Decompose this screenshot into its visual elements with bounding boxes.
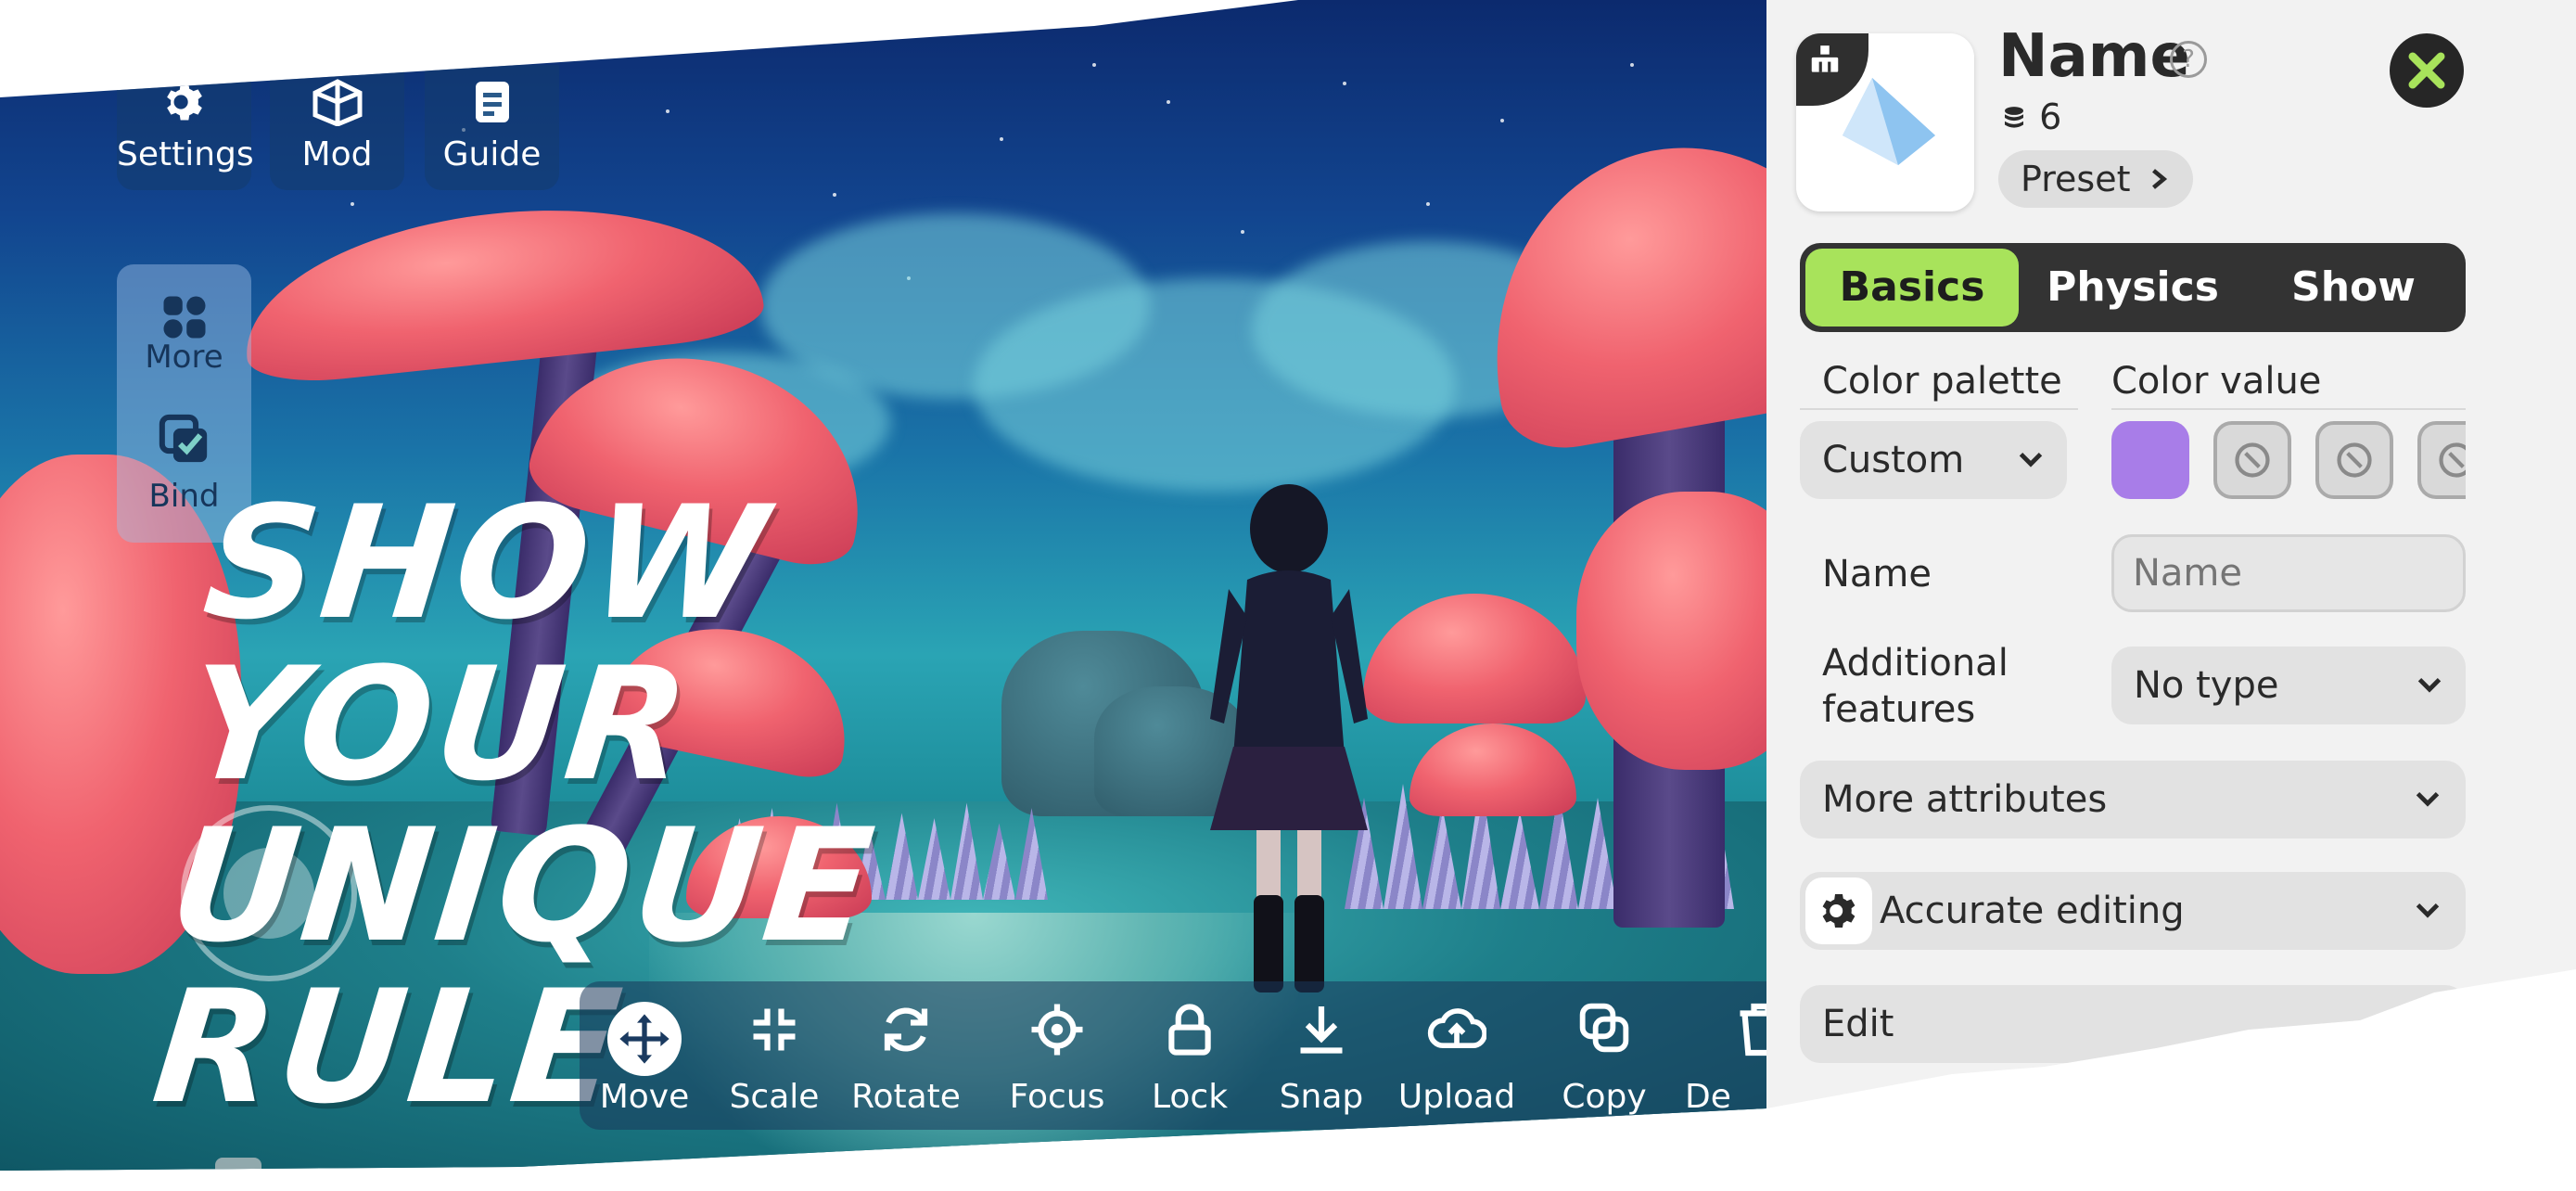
chevron-down-icon <box>2416 903 2440 918</box>
tab-physics[interactable]: Physics <box>2026 249 2239 327</box>
additional-features-value: No type <box>2134 664 2279 707</box>
color-palette-value: Custom <box>1822 439 1965 481</box>
edit-label: Edit <box>1822 1003 1894 1045</box>
focus-icon <box>1031 1004 1083 1056</box>
no-color-icon <box>2337 442 2372 478</box>
scale-icon <box>753 1008 796 1051</box>
settings-button[interactable]: Settings <box>117 65 254 190</box>
tab-show[interactable]: Show <box>2247 249 2460 327</box>
panel-tabs: Basics Physics Show <box>1800 243 2466 332</box>
preset-button[interactable]: Preset <box>1998 150 2193 208</box>
copy-label: Copy <box>1562 1078 1647 1116</box>
object-name-title: Name <box>1998 22 2190 91</box>
cost-value: 6 <box>2039 96 2062 137</box>
more-label: More <box>145 339 223 376</box>
color-palette-label: Color palette <box>1822 360 2062 403</box>
settings-label: Settings <box>117 135 254 173</box>
more-attributes-label: More attributes <box>1822 778 2108 821</box>
chevron-down-icon <box>2416 791 2440 807</box>
chevron-down-icon <box>2416 1016 2440 1031</box>
mod-button[interactable]: Mod <box>270 65 404 190</box>
lock-icon <box>1168 1004 1211 1056</box>
guide-button[interactable]: Guide <box>425 65 559 190</box>
gear-icon <box>1822 894 1855 928</box>
accurate-editing-icon-wrap <box>1805 877 1872 944</box>
slogan-line: YOUR <box>179 634 700 815</box>
tab-basics[interactable]: Basics <box>1805 249 2019 327</box>
divider <box>2111 408 2466 410</box>
divider <box>1800 408 2078 410</box>
close-icon <box>2408 52 2445 89</box>
color-swatch-selected[interactable] <box>2111 421 2189 499</box>
additional-features-label: Additional features <box>1822 642 2009 731</box>
upload-tool-button[interactable]: Upload <box>1392 981 1522 1130</box>
mod-label: Mod <box>301 135 373 173</box>
no-color-icon <box>2235 442 2270 478</box>
bind-icon <box>159 414 207 463</box>
guide-label: Guide <box>442 135 542 173</box>
chevron-down-icon <box>2019 452 2043 467</box>
move-label: Move <box>599 1078 690 1116</box>
grid-icon <box>163 296 205 339</box>
help-icon[interactable]: ? <box>2170 41 2207 78</box>
focus-label: Focus <box>1009 1078 1105 1116</box>
game-viewport[interactable]: Settings Mod Guide More Bind SHOW YOUR U… <box>0 0 1766 1171</box>
scale-tool-button[interactable]: Scale <box>709 981 839 1130</box>
cube-icon <box>312 79 362 126</box>
chevron-right-icon <box>2152 169 2168 189</box>
rotate-tool-button[interactable]: Rotate <box>841 981 971 1130</box>
edit-toolbar: Move Scale Rotate Focus Lock Snap Upload… <box>580 981 1766 1130</box>
color-palette-select[interactable]: Custom <box>1800 421 2067 499</box>
color-swatch-empty[interactable] <box>2315 421 2393 499</box>
move-icon <box>619 1014 670 1064</box>
coin-stack-icon <box>2005 107 2023 128</box>
more-attributes-button[interactable]: More attributes <box>1800 761 2466 839</box>
rotate-icon <box>884 1007 928 1052</box>
copy-icon <box>1579 1003 1629 1053</box>
copy-tool-button[interactable]: Copy <box>1539 981 1669 1130</box>
object-thumbnail[interactable] <box>1796 33 1974 211</box>
color-value-label: Color value <box>2111 360 2322 403</box>
lock-label: Lock <box>1151 1078 1229 1116</box>
delete-icon <box>1740 1003 1766 1057</box>
gear-icon <box>166 83 202 121</box>
player-character <box>1210 484 1368 992</box>
slogan-line: SHOW <box>197 472 778 654</box>
upload-label: Upload <box>1397 1078 1516 1116</box>
upload-icon <box>1427 1008 1486 1049</box>
accurate-editing-label: Accurate editing <box>1880 890 2185 932</box>
small-corner-button[interactable] <box>215 1158 261 1171</box>
color-swatch-empty[interactable] <box>2213 421 2291 499</box>
color-swatch-empty[interactable] <box>2417 421 2466 499</box>
no-color-icon <box>2439 442 2466 478</box>
wedge-shape-icon <box>1843 78 1935 165</box>
preset-label: Preset <box>2021 159 2131 199</box>
close-button[interactable] <box>2390 33 2464 108</box>
snap-tool-button[interactable]: Snap <box>1256 981 1386 1130</box>
delete-label: De <box>1685 1078 1731 1116</box>
chevron-down-icon <box>2417 677 2442 693</box>
more-button[interactable]: More <box>117 264 251 385</box>
move-tool-button[interactable]: Move <box>580 981 709 1130</box>
edit-button[interactable]: Edit <box>1800 985 2466 1063</box>
snap-label: Snap <box>1279 1078 1364 1116</box>
delete-tool-button[interactable]: De <box>1664 981 1766 1130</box>
mushroom-cap <box>1576 492 1766 770</box>
name-label: Name <box>1822 553 1932 596</box>
object-cost: 6 <box>2000 96 2061 137</box>
accurate-editing-button[interactable]: Accurate editing <box>1800 872 2466 950</box>
additional-features-select[interactable]: No type <box>2111 647 2466 724</box>
slogan-line: UNIQUE <box>162 795 885 977</box>
lock-tool-button[interactable]: Lock <box>1125 981 1255 1130</box>
snap-icon <box>1300 1006 1343 1054</box>
focus-tool-button[interactable]: Focus <box>992 981 1122 1130</box>
properties-panel: Name ? 6 Preset Basics Physics Show Colo… <box>1766 0 2576 1108</box>
rotate-label: Rotate <box>851 1078 961 1116</box>
book-icon <box>475 82 509 122</box>
scale-label: Scale <box>729 1078 820 1116</box>
name-input[interactable] <box>2111 534 2466 612</box>
